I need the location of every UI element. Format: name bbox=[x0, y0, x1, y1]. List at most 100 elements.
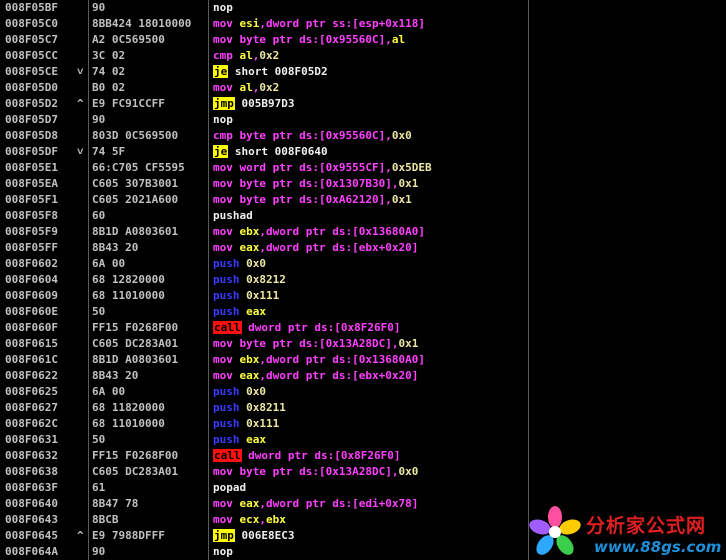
code-row[interactable]: 008F0609 68 11010000 push 0x111 bbox=[0, 288, 726, 304]
asm-token: cmp bbox=[213, 49, 240, 62]
disassembly-cell: mov word ptr ds:[0x9555CF],0x5DEB bbox=[213, 160, 525, 176]
address-cell: 008F05BF bbox=[5, 1, 58, 14]
hex-bytes-cell: 8B43 20 bbox=[92, 369, 139, 382]
code-row[interactable]: 008F0631 50 push eax bbox=[0, 432, 726, 448]
asm-token: 0x2 bbox=[259, 81, 280, 94]
asm-token: , bbox=[385, 129, 392, 142]
asm-token: je bbox=[213, 145, 229, 158]
code-row[interactable]: 008F0602 6A 00 push 0x0 bbox=[0, 256, 726, 272]
disassembly-cell: mov byte ptr ds:[0x1307B30],0x1 bbox=[213, 176, 525, 192]
address-cell: 008F05CC bbox=[5, 49, 58, 62]
asm-token: ecx bbox=[239, 513, 260, 526]
code-row[interactable]: 008F05F1 C605 2021A600 mov byte ptr ds:[0x… bbox=[0, 192, 726, 208]
jump-marker: ^ bbox=[77, 97, 84, 110]
disassembly-cell: nop bbox=[213, 112, 525, 128]
hex-bytes-cell: 90 bbox=[92, 1, 106, 14]
disassembly-cell: push 0x111 bbox=[213, 288, 525, 304]
disassembly-cell: push 0x111 bbox=[213, 416, 525, 432]
asm-token: mov bbox=[213, 353, 240, 366]
asm-token: eax bbox=[246, 433, 266, 446]
hex-bytes-cell: 8B43 20 bbox=[92, 241, 139, 254]
code-row[interactable]: 008F05BF 90 nop bbox=[0, 0, 726, 16]
address-cell: 008F0604 bbox=[5, 273, 58, 286]
hex-bytes-cell: A2 0C569500 bbox=[92, 33, 165, 46]
code-row[interactable]: 008F05F8 60 pushad bbox=[0, 208, 726, 224]
code-row[interactable]: 008F062C 68 11010000 push 0x111 bbox=[0, 416, 726, 432]
asm-token: mov bbox=[213, 497, 240, 510]
code-row[interactable]: 008F05D0 B0 02 mov al,0x2 bbox=[0, 80, 726, 96]
asm-token: 0x0 bbox=[391, 129, 412, 142]
code-row[interactable]: 008F05EA C605 307B3001 mov byte ptr ds:[0x… bbox=[0, 176, 726, 192]
code-row[interactable]: 008F0632 FF15 F0268F00 call dword ptr ds:[… bbox=[0, 448, 726, 464]
hex-bytes-cell: C605 2021A600 bbox=[92, 193, 179, 206]
asm-token: 0x2 bbox=[259, 49, 280, 62]
asm-token: , bbox=[259, 513, 266, 526]
jump-marker: ^ bbox=[77, 529, 84, 542]
asm-token: , bbox=[259, 497, 266, 510]
code-row[interactable]: 008F05CE ˅ 74 02 je short 008F05D2 bbox=[0, 64, 726, 80]
address-cell: 008F060E bbox=[5, 305, 58, 318]
asm-token: 0x0 bbox=[398, 465, 419, 478]
asm-token: 0x1 bbox=[398, 177, 419, 190]
code-row[interactable]: 008F060E 50 push eax bbox=[0, 304, 726, 320]
asm-token: 0x0 bbox=[246, 257, 266, 270]
asm-token: dword ptr ss:[esp+0x118] bbox=[266, 17, 425, 30]
asm-token: , bbox=[385, 161, 392, 174]
disassembly-cell: mov ecx,ebx bbox=[213, 512, 525, 528]
hex-bytes-cell: 8B47 78 bbox=[92, 497, 139, 510]
asm-token: jmp bbox=[213, 97, 235, 110]
asm-token: , bbox=[259, 241, 266, 254]
code-row[interactable]: 008F05C0 8BB424 18010000 mov esi,dword ptr… bbox=[0, 16, 726, 32]
disassembly-cell: nop bbox=[213, 544, 525, 560]
hex-bytes-cell: 66:C705 CF5595 bbox=[92, 161, 185, 174]
code-row[interactable]: 008F0625 6A 00 push 0x0 bbox=[0, 384, 726, 400]
disassembly-cell: mov al,0x2 bbox=[213, 80, 525, 96]
code-row[interactable]: 008F0627 68 11820000 push 0x8211 bbox=[0, 400, 726, 416]
disassembly-cell: push 0x8212 bbox=[213, 272, 525, 288]
hex-bytes-cell: FF15 F0268F00 bbox=[92, 321, 179, 334]
hex-bytes-cell: 68 11010000 bbox=[92, 289, 165, 302]
asm-token: ebx bbox=[266, 513, 286, 526]
asm-token: call bbox=[213, 449, 242, 462]
asm-token: ebx bbox=[239, 225, 260, 238]
hex-bytes-cell: 8B1D A0803601 bbox=[92, 353, 179, 366]
code-row[interactable]: 008F05CC 3C 02 cmp al,0x2 bbox=[0, 48, 726, 64]
address-cell: 008F0631 bbox=[5, 433, 58, 446]
code-row[interactable]: 008F05F9 8B1D A0803601 mov ebx,dword ptr d… bbox=[0, 224, 726, 240]
code-row[interactable]: 008F05D8 803D 0C569500 cmp byte ptr ds:[0x… bbox=[0, 128, 726, 144]
address-cell: 008F05DF bbox=[5, 145, 58, 158]
disassembly-cell: nop bbox=[213, 0, 525, 16]
code-row[interactable]: 008F05FF 8B43 20 mov eax,dword ptr ds:[ebx… bbox=[0, 240, 726, 256]
hex-bytes-cell: 50 bbox=[92, 433, 106, 446]
address-cell: 008F05FF bbox=[5, 241, 58, 254]
code-row[interactable]: 008F05DF ˅ 74 5F je short 008F0640 bbox=[0, 144, 726, 160]
asm-token: jmp bbox=[213, 529, 235, 542]
asm-token: mov bbox=[213, 337, 240, 350]
asm-token: 0x111 bbox=[246, 417, 280, 430]
address-cell: 008F0645 bbox=[5, 529, 58, 542]
disassembly-cell: mov byte ptr ds:[0x95560C],al bbox=[213, 32, 525, 48]
code-row[interactable]: 008F060F FF15 F0268F00 call dword ptr ds:[… bbox=[0, 320, 726, 336]
address-cell: 008F05D8 bbox=[5, 129, 58, 142]
asm-token: byte ptr ds:[0x13A28DC] bbox=[239, 465, 392, 478]
asm-token: dword ptr ds:[0x8F26F0] bbox=[241, 321, 401, 334]
address-cell: 008F05C0 bbox=[5, 17, 58, 30]
code-row[interactable]: 008F05D2 ^ E9 FC91CCFF jmp 005B97D3 bbox=[0, 96, 726, 112]
code-row[interactable]: 008F0622 8B43 20 mov eax,dword ptr ds:[ebx… bbox=[0, 368, 726, 384]
code-row[interactable]: 008F061C 8B1D A0803601 mov ebx,dword ptr d… bbox=[0, 352, 726, 368]
code-row[interactable]: 008F05D7 90 nop bbox=[0, 112, 726, 128]
asm-token: eax bbox=[239, 497, 260, 510]
hex-bytes-cell: 74 02 bbox=[92, 65, 126, 78]
code-row[interactable]: 008F05E1 66:C705 CF5595 mov word ptr ds:[0… bbox=[0, 160, 726, 176]
asm-token: popad bbox=[213, 481, 247, 494]
code-row[interactable]: 008F063F 61 popad bbox=[0, 480, 726, 496]
address-cell: 008F0632 bbox=[5, 449, 58, 462]
disassembly-cell: mov esi,dword ptr ss:[esp+0x118] bbox=[213, 16, 525, 32]
hex-bytes-cell: 68 11820000 bbox=[92, 401, 165, 414]
hex-bytes-cell: FF15 F0268F00 bbox=[92, 449, 179, 462]
code-row[interactable]: 008F0638 C605 DC283A01 mov byte ptr ds:[0x… bbox=[0, 464, 726, 480]
code-row[interactable]: 008F0615 C605 DC283A01 mov byte ptr ds:[0x… bbox=[0, 336, 726, 352]
code-row[interactable]: 008F05C7 A2 0C569500 mov byte ptr ds:[0x95… bbox=[0, 32, 726, 48]
address-cell: 008F05F1 bbox=[5, 193, 58, 206]
code-row[interactable]: 008F0604 68 12820000 push 0x8212 bbox=[0, 272, 726, 288]
